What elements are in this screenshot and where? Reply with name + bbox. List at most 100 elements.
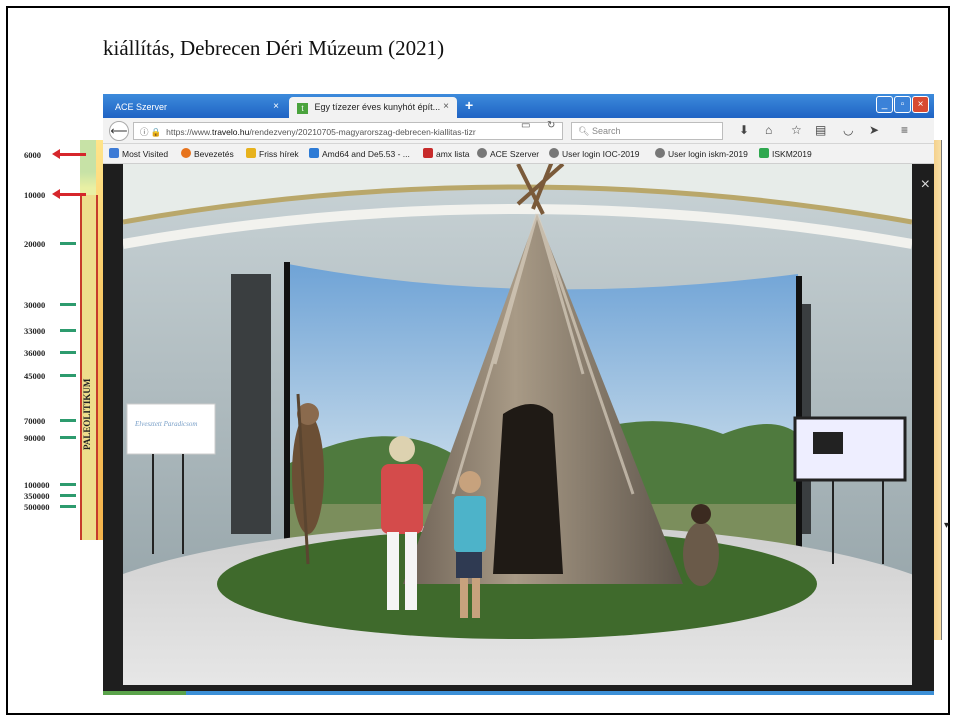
visitor-child-shorts	[456, 552, 482, 578]
timeline-tick	[60, 483, 76, 486]
timeline-label: 500000	[24, 502, 50, 512]
timeline-period-bar	[80, 195, 98, 540]
screen-animal	[813, 432, 843, 454]
globe-icon	[477, 148, 487, 158]
home-icon[interactable]: ⌂	[765, 123, 772, 137]
search-icon: 🔍︎	[578, 126, 592, 136]
bookmark-label: Most Visited	[122, 149, 169, 159]
video-screen	[793, 416, 907, 482]
tab-title: Egy tízezer éves kunyhót épít...	[314, 102, 441, 112]
restore-button[interactable]: ▫	[894, 96, 911, 113]
exhibition-photo-graphic: Elvesztett Paradicsom	[123, 164, 912, 685]
timeline-tick	[60, 494, 76, 497]
bookmark-iskm2019[interactable]: ISKM2019	[759, 148, 812, 159]
close-window-button[interactable]: ×	[912, 96, 929, 113]
visitor-child-leg	[472, 578, 480, 618]
tab-close-button[interactable]: ×	[273, 101, 279, 112]
search-placeholder: Search	[591, 126, 621, 136]
bookmark-user-login-ioc[interactable]: User login IOC-2019	[549, 148, 639, 159]
bookmark-most-visited[interactable]: Most Visited	[109, 148, 168, 159]
browser-window: ACE Szerver × t Egy tízezer éves kunyhót…	[103, 94, 934, 695]
globe-icon	[655, 148, 665, 158]
tab-travelo-article[interactable]: t Egy tízezer éves kunyhót épít... ×	[289, 97, 457, 118]
bookmark-star-icon[interactable]: ☆	[791, 123, 802, 137]
timeline-label: 10000	[24, 190, 46, 200]
reload-icon[interactable]: ↻	[547, 120, 555, 131]
globe-icon	[549, 148, 559, 158]
timeline-period-label: PALEOLITIKUM	[82, 378, 92, 450]
timeline-label: 6000	[24, 150, 41, 160]
timeline-arrow	[52, 149, 86, 159]
timeline-tick	[60, 303, 76, 306]
timeline-arrow	[52, 189, 86, 199]
bookmark-amd64[interactable]: Amd64 and De5.53 - ...	[309, 148, 410, 159]
library-icon[interactable]: ▤	[815, 123, 826, 137]
visitor-woman-head	[389, 436, 415, 462]
timeline-tick	[60, 436, 76, 439]
timeline-label: 36000	[24, 348, 46, 358]
bookmark-label: User login iskm-2019	[668, 149, 748, 159]
backdrop-pole	[284, 262, 290, 572]
caret-marker: ▾	[944, 520, 950, 531]
slide-title: kiállítás, Debrecen Déri Múzeum (2021)	[103, 36, 445, 60]
timeline-label: 33000	[24, 326, 46, 336]
travelo-favicon-icon: t	[297, 103, 308, 114]
wall-niche	[231, 274, 271, 534]
bookmark-label: ACE Szerver	[490, 149, 540, 159]
timeline-tick	[60, 351, 76, 354]
seated-figure-head	[691, 504, 711, 524]
tab-bar: ACE Szerver × t Egy tízezer éves kunyhót…	[103, 94, 934, 118]
viewer-close-button[interactable]: ×	[921, 176, 930, 194]
teepee-entrance	[493, 404, 563, 574]
visitor-child-leg	[460, 578, 468, 618]
bookmark-label: amx lista	[436, 149, 470, 159]
exhibition-sign-text: Elvesztett Paradicsom	[134, 420, 197, 428]
search-input[interactable]: 🔍︎ Search	[571, 122, 723, 140]
timeline-label: 45000	[24, 371, 46, 381]
bookmark-label: User login IOC-2019	[562, 149, 640, 159]
bookmark-amx-lista[interactable]: amx lista	[423, 148, 470, 159]
amx-icon	[423, 148, 433, 158]
tab-ace-szerver[interactable]: ACE Szerver ×	[107, 97, 287, 118]
bookmark-ace-szerver[interactable]: ACE Szerver	[477, 148, 539, 159]
visitor-woman-leg	[405, 532, 417, 610]
timeline-tick	[60, 242, 76, 245]
exhibition-photo: Elvesztett Paradicsom	[123, 164, 912, 685]
bookmarks-toolbar: Most Visited Bevezetés Friss hírek Amd64…	[103, 144, 934, 164]
timeline-label: 20000	[24, 239, 46, 249]
timeline-tick	[60, 419, 76, 422]
exhibition-sign	[126, 403, 216, 455]
bookmark-label: Bevezetés	[194, 149, 234, 159]
bottom-strip	[103, 691, 934, 695]
bookmark-user-login-iskm[interactable]: User login iskm-2019	[655, 148, 748, 159]
bookmark-friss-hirek[interactable]: Friss hírek	[246, 148, 299, 159]
bookmark-bevezetes[interactable]: Bevezetés	[181, 148, 234, 159]
caveman-figure	[292, 414, 324, 534]
bookmark-label: Amd64 and De5.53 - ...	[322, 149, 410, 159]
navigation-bar: ⟵ ⓘ 🔒 https://www.travelo.hu/rendezveny/…	[103, 118, 934, 144]
firefox-icon	[181, 148, 191, 158]
bookmark-label: Friss hírek	[259, 149, 299, 159]
timeline-figure: PALEOLITIKUM 6000 10000 20000 30000 3300…	[14, 140, 110, 540]
download-icon[interactable]: ⬇	[739, 123, 749, 137]
info-lock-icon: ⓘ 🔒	[140, 127, 167, 137]
menu-icon[interactable]: ≡	[901, 123, 908, 137]
back-button[interactable]: ⟵	[109, 121, 129, 141]
new-tab-button[interactable]: +	[465, 97, 473, 113]
timeline-tick	[60, 329, 76, 332]
tab-close-button[interactable]: ×	[443, 101, 449, 112]
visitor-woman-shirt	[381, 464, 423, 534]
timeline-label: 350000	[24, 491, 50, 501]
url-bar[interactable]: ⓘ 🔒 https://www.travelo.hu/rendezveny/20…	[133, 122, 563, 140]
timeline-label: 30000	[24, 300, 46, 310]
timeline-label: 100000	[24, 480, 50, 490]
visitor-child-shirt	[454, 496, 486, 552]
send-icon[interactable]: ➤	[869, 123, 879, 137]
pocket-icon[interactable]: ◡	[843, 123, 853, 137]
visitor-child-head	[459, 471, 481, 493]
url-prefix: https://www.	[166, 127, 212, 137]
timeline-label: 70000	[24, 416, 46, 426]
minimize-button[interactable]: _	[876, 96, 893, 113]
reader-view-icon[interactable]: ▭	[521, 120, 530, 131]
back-arrow-icon: ⟵	[110, 124, 128, 138]
